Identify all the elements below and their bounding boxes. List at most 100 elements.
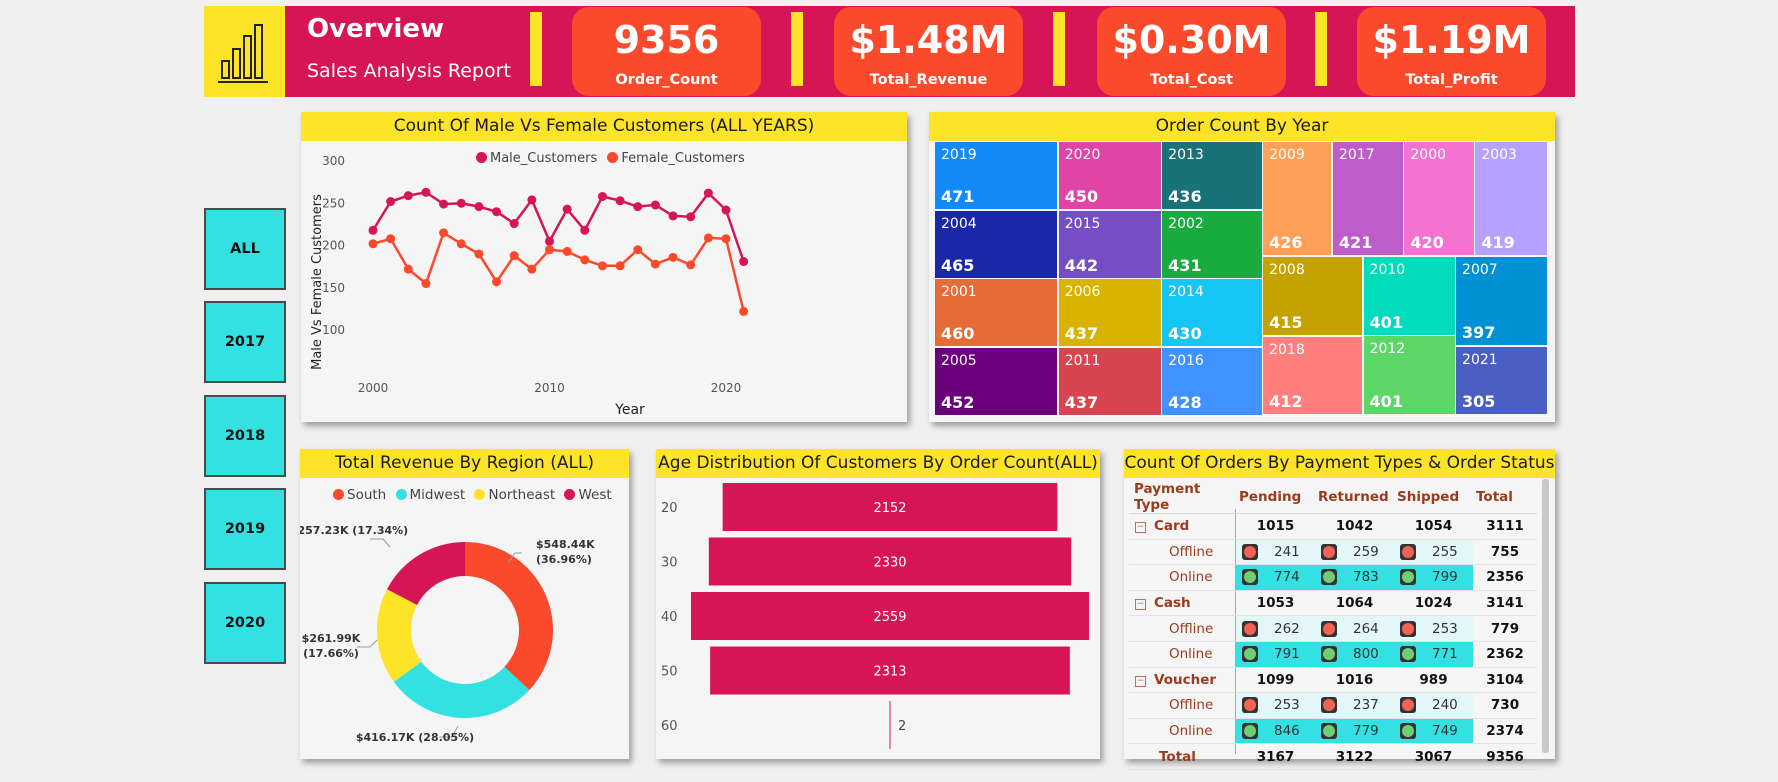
female-data-point [562,246,572,256]
group-name: Card [1154,518,1190,535]
row-label-cell: Offline [1129,615,1236,642]
treemap-tile[interactable]: 2016 428 [1162,347,1262,415]
treemap-tile[interactable]: 2002 431 [1162,210,1262,278]
treemap-count-label: 397 [1462,323,1496,343]
group-total-cell: 3141 [1473,590,1537,617]
treemap-tile[interactable]: 2005 452 [935,347,1058,415]
age-bar [889,701,891,749]
customers-line-card: Count Of Male Vs Female Customers (ALL Y… [301,112,907,422]
age-bar-value: 2313 [873,665,906,680]
female-data-point [439,228,449,238]
female-data-point [386,234,396,244]
red-light-icon [1321,543,1337,560]
matrix-grand-total-row: Total 3167 3122 3067 9356 [1129,743,1537,770]
grand-total-cell: 3122 [1315,743,1394,770]
male-data-point [456,198,466,208]
year-button-2019[interactable]: 2019 [204,488,286,570]
matrix-table: Payment Type Pending Returned Shipped To… [1129,481,1537,770]
cell-value: 253 [1274,697,1300,714]
y-tick-label: 250 [322,196,345,210]
collapse-icon[interactable]: − [1135,522,1146,534]
treemap-tile[interactable]: 2009 426 [1263,142,1332,256]
female-data-point [474,249,484,259]
matrix-scrollbar[interactable] [1542,479,1549,753]
female-data-point [492,277,502,287]
treemap-tile[interactable]: 2004 465 [935,210,1058,278]
year-button-2018[interactable]: 2018 [204,395,286,477]
kpi-total-cost: $0.30M Total_Cost [1097,7,1286,96]
treemap: 2019 471 2004 465 2001 460 2005 452 2020 450 2015 4… [935,142,1549,416]
treemap-tile[interactable]: 2012 401 [1363,336,1455,415]
donut-data-label: $261.99K [302,632,361,645]
group-total-cell: 1016 [1315,667,1394,694]
x-tick-label: 2000 [358,381,389,395]
col-header[interactable]: Returned [1315,481,1394,514]
female-data-point [456,239,466,249]
treemap-tile[interactable]: 2021 305 [1456,346,1548,415]
group-label-cell[interactable]: − Card [1129,513,1236,540]
cell-value: 749 [1432,723,1458,740]
age-category-label: 20 [661,501,678,516]
treemap-tile[interactable]: 2014 430 [1162,279,1262,346]
male-data-point [668,211,678,221]
male-data-point [615,196,625,206]
treemap-tile[interactable]: 2019 471 [935,142,1058,209]
treemap-tile[interactable]: 2000 420 [1404,142,1474,256]
y-tick-label: 300 [322,154,345,168]
male-data-point [509,219,519,229]
female-series-line [372,230,745,312]
col-header[interactable]: Shipped [1394,481,1473,514]
treemap-tile[interactable]: 2003 419 [1475,142,1548,256]
group-total-cell: 1024 [1394,590,1473,617]
treemap-tile[interactable]: 2020 450 [1058,142,1161,209]
y-tick-label: 200 [322,239,345,253]
treemap-tile[interactable]: 2010 401 [1363,256,1455,335]
male-data-point [545,236,554,246]
row-total-cell: 2374 [1473,718,1537,745]
treemap-count-label: 465 [941,255,975,275]
group-label-cell[interactable]: − Voucher [1129,667,1236,694]
treemap-count-label: 471 [941,187,975,206]
male-data-point [403,191,413,201]
male-data-point [421,187,431,197]
col-header[interactable]: Total [1473,481,1537,514]
collapse-icon[interactable]: − [1135,675,1146,687]
matrix-title: Count Of Orders By Payment Types & Order… [1124,449,1555,478]
treemap-count-label: 437 [1064,324,1099,343]
cell-value: 241 [1274,543,1300,560]
group-label-cell[interactable]: − Cash [1129,590,1236,617]
treemap-year-label: 2013 [1168,147,1204,163]
treemap-tile[interactable]: 2008 415 [1263,256,1363,336]
treemap-tile[interactable]: 2018 412 [1263,336,1363,415]
year-button-2020[interactable]: 2020 [204,582,286,664]
female-data-point [421,279,431,289]
green-light-icon [1242,569,1258,586]
collapse-icon[interactable]: − [1135,599,1146,611]
treemap-tile[interactable]: 2011 437 [1058,347,1161,415]
treemap-tile[interactable]: 2017 421 [1332,142,1403,256]
kpi-label: Total_Profit [1405,72,1498,88]
red-light-icon [1400,620,1416,637]
treemap-count-label: 452 [941,392,975,412]
female-data-point [580,255,590,265]
status-value-cell: 800 [1315,641,1394,668]
treemap-tile[interactable]: 2001 460 [935,279,1058,346]
treemap-tile[interactable]: 2006 437 [1058,279,1161,346]
col-header[interactable]: Payment Type [1129,481,1236,514]
kpi-label: Total_Revenue [869,72,988,88]
matrix-row: Offline 241 259 255 755 [1129,539,1537,566]
treemap-tile[interactable]: 2015 442 [1058,210,1161,278]
cell-value: 799 [1432,569,1458,586]
year-button-all[interactable]: ALL [204,208,286,290]
female-data-point [527,264,537,274]
male-data-point [386,197,396,207]
treemap-count-label: 420 [1410,233,1444,253]
year-button-2017[interactable]: 2017 [204,301,286,383]
treemap-tile[interactable]: 2007 397 [1456,256,1548,346]
group-total-cell: 989 [1394,667,1473,694]
col-header[interactable]: Pending [1236,481,1315,514]
treemap-count-label: 450 [1064,187,1099,206]
treemap-tile[interactable]: 2013 436 [1162,142,1262,209]
cell-value: 800 [1353,646,1379,663]
treemap-count-label: 460 [941,324,975,343]
